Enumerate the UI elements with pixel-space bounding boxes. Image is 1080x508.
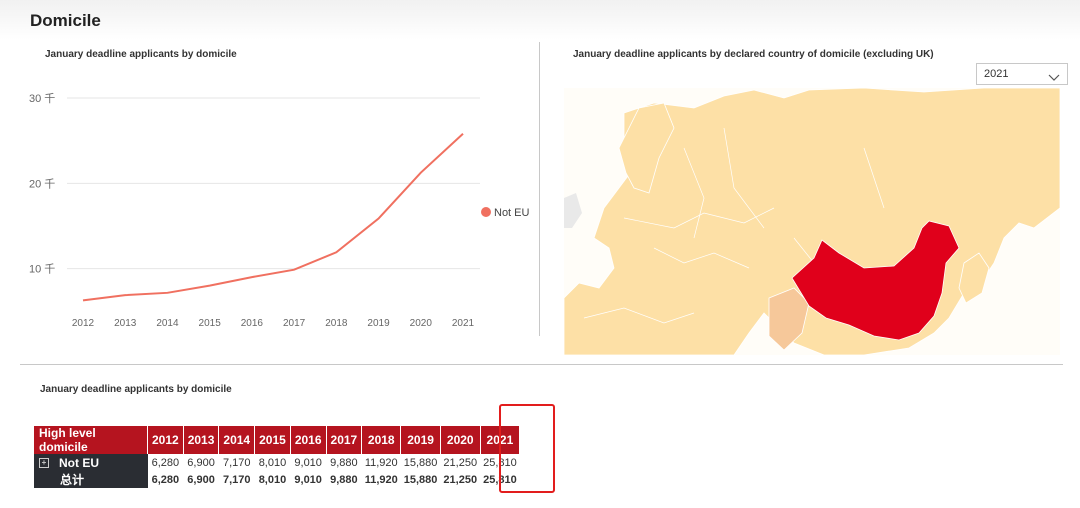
table-row: + Not EU 6,280 6,900 7,170 8,010 9,010 9,… [34,454,520,471]
section-divider [20,364,1063,365]
table-cell: 9,010 [294,456,322,469]
column-header[interactable]: 2018 [361,426,402,454]
y-tick-label: 30 千 [29,92,55,105]
column-header[interactable]: 2015 [254,426,291,454]
column-header[interactable]: 2014 [218,426,256,454]
x-tick-label: 2014 [156,318,179,329]
column-header[interactable]: 2013 [183,426,220,454]
legend-label: Not EU [494,207,530,219]
table-cell: 11,920 [364,456,398,469]
x-tick-label: 2021 [452,318,475,329]
table-cell: 6,280 [151,473,180,486]
column-header[interactable]: High level domicile [34,426,148,454]
line-chart-title: January deadline applicants by domicile [45,49,237,60]
x-tick-label: 2020 [410,318,433,329]
table-cell: 7,170 [222,456,251,469]
table-cell: 6,900 [187,473,215,486]
table-cell: 21,250 [443,473,478,486]
year-select-value: 2021 [984,68,1009,80]
table-cell: 15,880 [403,456,438,469]
table-cell: 6,280 [151,456,180,469]
map-title: January deadline applicants by declared … [573,49,934,60]
domicile-matrix: High level domicile 2012 2013 2014 2015 … [34,426,521,488]
row-label: Not EU [59,455,99,470]
x-tick-label: 2017 [283,318,306,329]
table-cell: 9,880 [330,473,358,486]
table-cell: 21,250 [443,456,478,469]
x-tick-label: 2015 [199,318,222,329]
year-select[interactable]: 2021 [976,63,1068,85]
x-tick-label: 2018 [325,318,348,329]
plus-box-icon[interactable]: + [39,458,49,469]
total-label: 总计 [34,471,148,488]
column-header[interactable]: 2020 [440,426,481,454]
page-title: Domicile [30,11,101,30]
y-tick-label: 10 千 [29,263,55,276]
column-header[interactable]: 2017 [326,426,363,454]
x-tick-label: 2016 [241,318,264,329]
row-header-not-eu[interactable]: + Not EU [34,454,148,471]
y-tick-label: 20 千 [29,177,55,190]
table-cell: 7,170 [222,473,251,486]
x-tick-label: 2012 [72,318,95,329]
table-cell: 15,880 [403,473,438,486]
panel-divider [539,42,540,336]
chevron-down-icon [1048,69,1060,87]
table-title: January deadline applicants by domicile [40,384,232,395]
x-tick-label: 2019 [367,318,390,329]
table-cell: 6,900 [187,456,215,469]
column-header[interactable]: 2012 [147,426,184,454]
series-line-not-eu[interactable] [82,133,464,302]
x-tick-label: 2013 [114,318,137,329]
table-cell: 9,010 [294,473,322,486]
header-bar [0,0,1080,40]
column-header[interactable]: 2016 [290,426,327,454]
table-cell: 9,880 [330,456,358,469]
table-cell: 11,920 [364,473,398,486]
legend-dot [481,207,491,217]
table-cell: 8,010 [258,473,287,486]
highlight-annotation-2021 [499,404,555,493]
table-header-row: High level domicile 2012 2013 2014 2015 … [34,426,521,454]
table-cell: 8,010 [258,456,287,469]
line-chart[interactable]: 10 千 20 千 30 千 2012 2013 2014 2015 2016 2017 201… [25,80,535,340]
table-total-row: 总计 6,280 6,900 7,170 8,010 9,010 9,880 1… [34,471,520,488]
choropleth-map[interactable] [564,88,1060,355]
map-region-west [564,193,582,228]
column-header[interactable]: 2019 [400,426,441,454]
